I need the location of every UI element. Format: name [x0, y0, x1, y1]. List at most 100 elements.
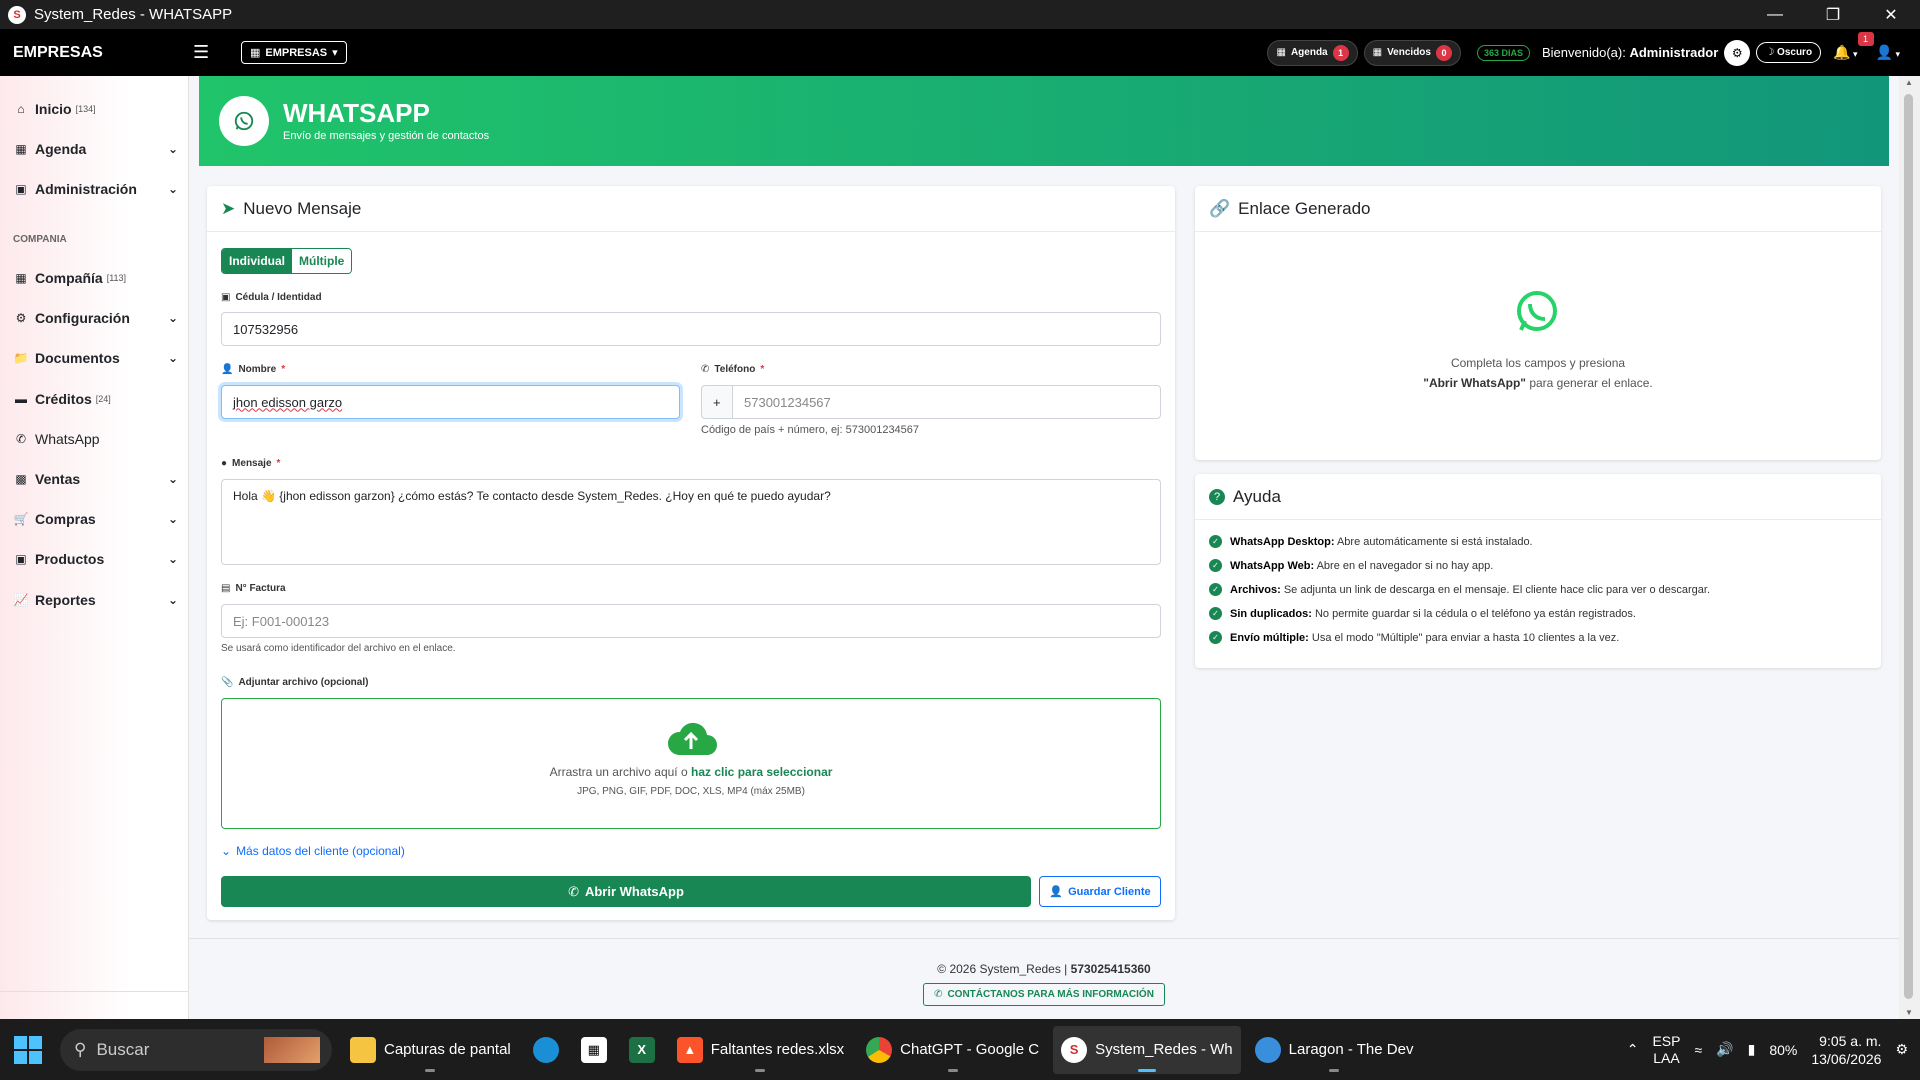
chevron-down-icon: ⌄ — [167, 311, 178, 325]
chevron-up-icon[interactable]: ⌃ — [1627, 1041, 1639, 1058]
open-whatsapp-button[interactable]: ✆ Abrir WhatsApp — [221, 876, 1031, 907]
search-icon: ⚲ — [74, 1039, 87, 1059]
battery-icon[interactable]: ▮ — [1748, 1041, 1756, 1058]
sidebar-item-label: Administración — [35, 181, 137, 197]
contact-us-button[interactable]: ✆ CONTÁCTANOS PARA MÁS INFORMACIÓN — [923, 983, 1165, 1006]
sidebar-item-ventas[interactable]: ▩ Ventas ⌄ — [13, 467, 178, 491]
taskbar-app-file-explorer[interactable]: Capturas de pantal — [342, 1026, 519, 1074]
chevron-down-icon: ⌄ — [167, 351, 178, 365]
agenda-pill-label: Agenda — [1290, 47, 1328, 58]
required-mark: * — [760, 364, 765, 375]
help-item-text: Se adjunta un link de descarga en el men… — [1283, 583, 1711, 596]
chrome-icon — [866, 1036, 893, 1063]
agenda-pill-button[interactable]: ▦ Agenda 1 — [1267, 39, 1358, 66]
sidebar-item-compania[interactable]: ▦ Compañía [113] — [13, 266, 178, 290]
windows-start-icon[interactable] — [14, 1035, 42, 1064]
sidebar-item-label: Documentos — [35, 350, 120, 366]
link-placeholder-line1: Completa los campos y presiona — [1450, 356, 1626, 370]
notifications-bell-icon[interactable]: 🔔 1 ▾ — [1827, 32, 1874, 61]
nombre-input[interactable]: jhon edisson garzo — [221, 385, 680, 419]
telefono-label-text: Teléfono — [714, 364, 756, 375]
sidebar-item-agenda[interactable]: ▦ Agenda ⌄ — [13, 137, 178, 161]
nombre-label: 👤 Nombre * — [221, 364, 285, 375]
excel-icon: X — [628, 1036, 655, 1063]
help-item: ✓ Archivos: Se adjunta un link de descarg… — [1209, 583, 1710, 596]
factura-help-text: Se usará como identificador del archivo … — [221, 643, 456, 654]
empresas-dropdown-button[interactable]: ▦ EMPRESAS ▾ — [241, 41, 347, 64]
hamburger-menu-icon[interactable]: ☰ — [193, 42, 223, 63]
scrollbar-thumb[interactable] — [1904, 94, 1913, 999]
taskbar-app-excel[interactable]: X — [621, 1026, 663, 1074]
sidebar-item-configuracion[interactable]: ⚙ Configuración ⌄ — [13, 306, 178, 330]
help-item: ✓ WhatsApp Desktop: Abre automáticamente … — [1209, 535, 1533, 548]
factura-input[interactable]: Ej: F001-000123 — [221, 604, 1161, 638]
minimize-button[interactable]: — — [1746, 0, 1804, 29]
chevron-down-icon: ⌄ — [167, 472, 178, 486]
help-item-text: Abre en el navegador si no hay app. — [1316, 559, 1494, 572]
help-item-title: Envío múltiple: — [1230, 631, 1309, 644]
language-code: ESP — [1652, 1032, 1681, 1049]
taskbar-app-store[interactable]: ▦ — [573, 1026, 615, 1074]
taskbar-app-system-redes[interactable]: S System_Redes - Wh — [1053, 1025, 1241, 1074]
check-circle-icon: ✓ — [1209, 535, 1222, 548]
sidebar-item-compras[interactable]: 🛒 Compras ⌄ — [13, 507, 178, 531]
volume-icon[interactable]: 🔊 — [1716, 1041, 1733, 1058]
whatsapp-icon: ✆ — [15, 432, 27, 446]
sidebar-item-inicio[interactable]: ⌂ Inicio [134] — [13, 97, 178, 121]
keyboard-layout: LAA — [1653, 1049, 1680, 1066]
dropzone-instructions: Arrastra un archivo aquí o — [549, 765, 688, 779]
dark-mode-toggle[interactable]: ☽ Oscuro — [1756, 42, 1822, 63]
building-icon: ▦ — [15, 271, 27, 285]
notification-center-icon[interactable]: ⚙ — [1895, 1041, 1908, 1058]
page-scrollbar[interactable]: ▲ ▼ — [1899, 76, 1920, 1019]
restore-button[interactable]: ❐ — [1804, 0, 1862, 29]
language-indicator[interactable]: ESP LAA — [1652, 1033, 1680, 1067]
whatsapp-icon: ✆ — [568, 883, 579, 899]
sidebar: ⌂ Inicio [134] ▦ Agenda ⌄ ▣ Administración ⌄ C… — [0, 76, 189, 1019]
dropzone-formats: JPG, PNG, GIF, PDF, DOC, XLS, MP4 (máx 2… — [577, 786, 805, 797]
window-controls: — ❐ ✕ — [1746, 0, 1920, 29]
telefono-input[interactable]: 573001234567 — [732, 385, 1161, 419]
sidebar-item-reportes[interactable]: 📈 Reportes ⌄ — [13, 588, 178, 612]
company-switch-icon[interactable]: ⚙ — [1724, 39, 1751, 66]
taskbar-app-brave[interactable]: ▲ Faltantes redes.xlsx — [669, 1026, 852, 1074]
running-indicator — [755, 1068, 766, 1072]
chevron-down-icon: ⌄ — [221, 844, 232, 858]
close-window-button[interactable]: ✕ — [1862, 0, 1920, 29]
mode-multiple-button[interactable]: Múltiple — [292, 249, 352, 273]
sidebar-item-administracion[interactable]: ▣ Administración ⌄ — [13, 177, 178, 201]
mensaje-textarea[interactable]: Hola 👋 {jhon edisson garzon} ¿cómo estás… — [221, 479, 1161, 565]
taskbar-app-edge[interactable] — [525, 1026, 567, 1074]
mensaje-label-text: Mensaje — [232, 458, 272, 469]
help-item: ✓ WhatsApp Web: Abre en el navegador si n… — [1209, 559, 1493, 572]
dropzone-select-link[interactable]: haz clic para seleccionar — [691, 765, 832, 779]
save-client-button[interactable]: 👤 Guardar Cliente — [1039, 876, 1161, 907]
taskbar-app-chrome[interactable]: ChatGPT - Google C — [858, 1026, 1047, 1074]
file-dropzone[interactable]: Arrastra un archivo aquí o haz clic para… — [221, 698, 1161, 829]
system-clock[interactable]: 9:05 a. m. 13/06/2026 — [1811, 1032, 1881, 1068]
sidebar-item-whatsapp[interactable]: ✆ WhatsApp — [13, 427, 178, 451]
folder-icon: 📁 — [13, 351, 29, 365]
scroll-up-arrow[interactable]: ▲ — [1905, 78, 1913, 87]
vencidos-pill-button[interactable]: ▦ Vencidos 0 — [1363, 39, 1461, 66]
taskbar-search-box[interactable]: ⚲ Buscar — [60, 1028, 332, 1071]
sidebar-item-creditos[interactable]: ▬ Créditos [24] — [13, 387, 178, 411]
building-icon: ▦ — [250, 47, 261, 59]
more-client-data-label: Más datos del cliente (opcional) — [236, 844, 405, 858]
user-menu-icon[interactable]: 👤 ▾ — [1870, 44, 1906, 61]
scroll-down-arrow[interactable]: ▼ — [1905, 1008, 1913, 1017]
home-icon: ⌂ — [17, 102, 25, 116]
brand-title[interactable]: EMPRESAS — [13, 44, 183, 62]
running-indicator — [947, 1068, 958, 1072]
cloud-upload-icon — [665, 721, 717, 757]
mode-individual-button[interactable]: Individual — [222, 249, 293, 273]
more-client-data-toggle[interactable]: ⌄ Más datos del cliente (opcional) — [221, 844, 405, 858]
sidebar-item-productos[interactable]: ▣ Productos ⌄ — [13, 547, 178, 571]
sidebar-item-documentos[interactable]: 📁 Documentos ⌄ — [13, 346, 178, 370]
sidebar-item-label: WhatsApp — [35, 431, 100, 447]
cedula-input[interactable]: 107532956 — [221, 312, 1161, 346]
window-title: System_Redes - WHATSAPP — [34, 6, 233, 23]
help-card: ? Ayuda ✓ WhatsApp Desktop: Abre automáti… — [1195, 474, 1881, 668]
wifi-icon[interactable]: ≈ — [1694, 1042, 1702, 1058]
taskbar-app-laragon[interactable]: Laragon - The Dev — [1247, 1026, 1422, 1074]
